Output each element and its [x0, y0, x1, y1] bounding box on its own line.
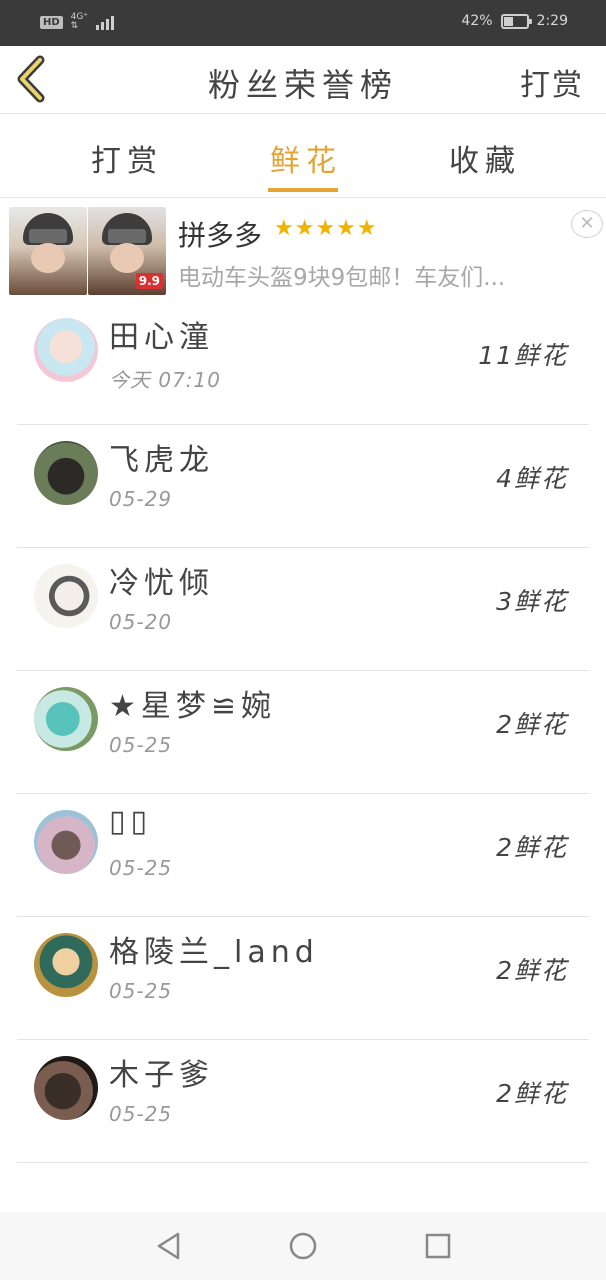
fan-name: 飞虎龙: [109, 443, 214, 478]
ad-description: 电动车头盔9块9包邮！车友们...: [178, 265, 506, 291]
list-item[interactable]: 格陵兰_land 05-25 2鲜花: [0, 917, 606, 1040]
hd-badge: HD: [40, 15, 63, 29]
ad-price-tag: 9.9: [135, 273, 163, 289]
ad-title: 拼多多: [178, 219, 263, 252]
fan-name: 冷忧倾: [109, 566, 214, 601]
fan-date: 05-29: [109, 487, 173, 511]
status-right: 42% 2:29: [461, 13, 568, 29]
reward-button[interactable]: 打赏: [520, 60, 584, 104]
ad-rating-stars: ★★★★★: [274, 216, 378, 241]
flower-count: 4鲜花: [496, 464, 568, 493]
circle-home-icon[interactable]: [287, 1230, 319, 1262]
list-item[interactable]: 冷忧倾 05-20 3鲜花: [0, 548, 606, 671]
divider: [17, 1162, 589, 1163]
fan-date: 05-25: [109, 1102, 173, 1126]
battery-icon: [500, 13, 532, 29]
battery-level: [503, 16, 513, 26]
battery-percent: 42%: [461, 13, 493, 29]
flower-count: 2鲜花: [496, 710, 568, 739]
list-item[interactable]: 田心潼 今天 07:10 11鲜花: [0, 302, 606, 425]
triangle-back-icon[interactable]: [153, 1230, 185, 1262]
signal-icon: [96, 14, 115, 30]
flower-count: 2鲜花: [496, 1079, 568, 1108]
fan-name: 田心潼: [109, 320, 214, 355]
avatar: [34, 441, 98, 505]
active-tab-indicator: [268, 188, 338, 192]
list-item[interactable]: 木子爹 05-25 2鲜花: [0, 1040, 606, 1163]
avatar: [34, 1056, 98, 1120]
flower-count: 2鲜花: [496, 833, 568, 862]
fan-name: ★星梦≌婉: [109, 689, 277, 724]
fan-date: 05-25: [109, 733, 173, 757]
fan-name: 木子爹: [109, 1058, 214, 1093]
avatar: [34, 810, 98, 874]
network-type: 4G⁺ ⇅: [71, 13, 88, 31]
tab-flowers[interactable]: 鲜花: [270, 136, 342, 180]
network-type-bottom: ⇅: [70, 21, 79, 31]
fan-date: 05-25: [109, 979, 173, 1003]
avatar: [34, 318, 98, 382]
list-item[interactable]: 飞虎龙 05-29 4鲜花: [0, 425, 606, 548]
avatar: [34, 687, 98, 751]
fan-date: 05-25: [109, 856, 173, 880]
flower-count: 2鲜花: [496, 956, 568, 985]
ad-banner[interactable]: 9.9 拼多多 ★★★★★ 电动车头盔9块9包邮！车友们... ✕: [0, 198, 606, 302]
top-nav-bar: 粉丝荣誉榜 打赏: [0, 46, 606, 114]
avatar: [34, 564, 98, 628]
avatar: [34, 933, 98, 997]
list-item[interactable]: ▯▯ 05-25 2鲜花: [0, 794, 606, 917]
page-title: 粉丝荣誉榜: [207, 66, 398, 104]
flower-count: 3鲜花: [496, 587, 568, 616]
flower-count: 11鲜花: [478, 341, 568, 370]
fan-name: 格陵兰_land: [109, 935, 319, 970]
ad-image: 9.9: [88, 207, 166, 295]
ad-image: [9, 207, 87, 295]
status-bar: HD 4G⁺ ⇅ 42% 2:29: [0, 0, 606, 46]
fan-list: 田心潼 今天 07:10 11鲜花 飞虎龙 05-29 4鲜花 冷忧倾 05-2…: [0, 302, 606, 1163]
tab-bar: 打赏 鲜花 收藏: [0, 114, 606, 198]
system-nav-bar: [0, 1212, 606, 1280]
clock: 2:29: [536, 13, 568, 29]
tab-reward[interactable]: 打赏: [91, 136, 163, 180]
square-recents-icon[interactable]: [422, 1230, 454, 1262]
fan-date: 05-20: [109, 610, 173, 634]
tab-favorites[interactable]: 收藏: [449, 136, 521, 180]
fan-date: 今天 07:10: [109, 368, 221, 392]
status-left: HD 4G⁺ ⇅: [40, 13, 115, 31]
list-item[interactable]: ★星梦≌婉 05-25 2鲜花: [0, 671, 606, 794]
fan-name: ▯▯: [109, 804, 153, 839]
close-icon[interactable]: ✕: [571, 210, 603, 238]
